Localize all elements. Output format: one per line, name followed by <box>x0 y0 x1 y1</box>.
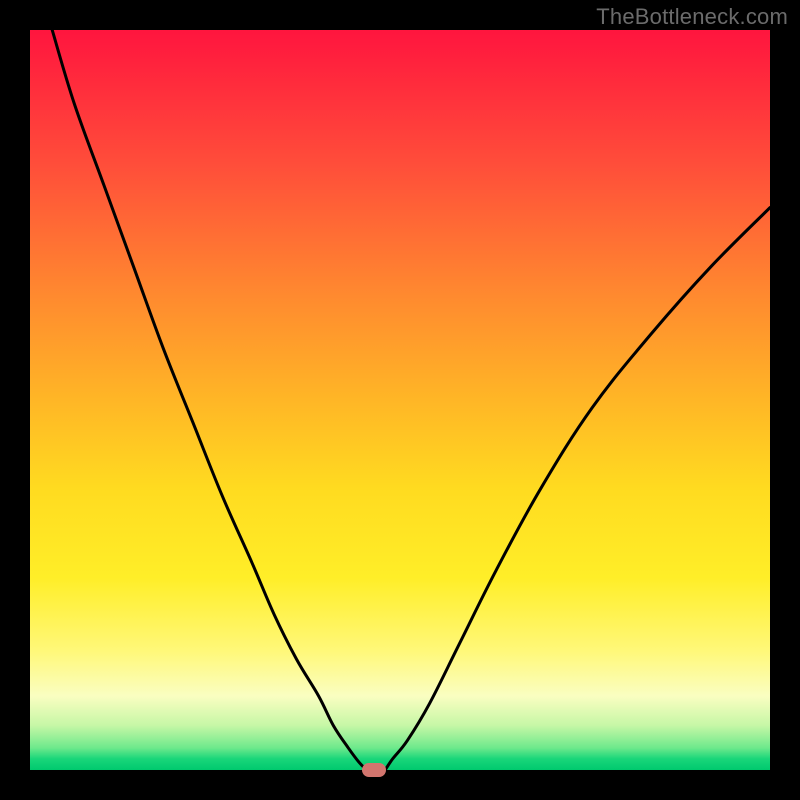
minimum-marker <box>362 763 386 777</box>
curve-right-branch <box>385 208 770 770</box>
watermark-text: TheBottleneck.com <box>596 4 788 30</box>
chart-frame: TheBottleneck.com <box>0 0 800 800</box>
bottleneck-curve <box>30 30 770 770</box>
plot-area <box>30 30 770 770</box>
curve-left-branch <box>52 30 367 770</box>
